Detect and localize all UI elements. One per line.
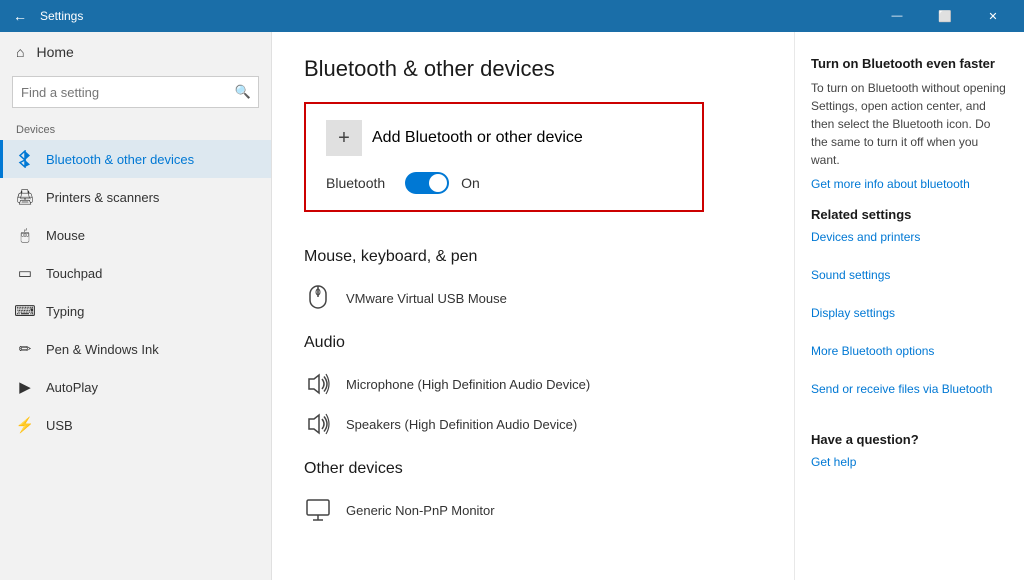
sidebar-item-printers[interactable]: 🖨 Printers & scanners: [0, 178, 271, 216]
typing-icon: ⌨: [16, 302, 34, 320]
related-links: Devices and printers Sound settings Disp…: [811, 230, 1008, 412]
monitor-icon: [304, 496, 332, 524]
minimize-button[interactable]: —: [874, 0, 920, 32]
right-panel: Turn on Bluetooth even faster To turn on…: [794, 32, 1024, 580]
pen-icon: ✏: [16, 340, 34, 358]
sidebar-item-touchpad[interactable]: ▭ Touchpad: [0, 254, 271, 292]
main-layout: ⌂ Home 🔍 Devices Bluetooth & other devic…: [0, 32, 1024, 580]
speaker-icon-2: [304, 410, 332, 438]
device-item-monitor: Generic Non-PnP Monitor: [304, 490, 762, 530]
sidebar-item-typing[interactable]: ⌨ Typing: [0, 292, 271, 330]
search-icon: 🔍: [235, 84, 251, 100]
bluetooth-toggle[interactable]: [405, 172, 449, 194]
close-button[interactable]: ✕: [970, 0, 1016, 32]
device-item-mouse: VMware Virtual USB Mouse: [304, 278, 762, 318]
plus-icon: +: [326, 120, 362, 156]
bluetooth-label: Bluetooth: [326, 175, 385, 191]
link-send-receive-bluetooth[interactable]: Send or receive files via Bluetooth: [811, 382, 1008, 396]
home-icon: ⌂: [16, 44, 24, 60]
sidebar-home[interactable]: ⌂ Home: [0, 32, 271, 72]
section-title-audio: Audio: [304, 334, 762, 352]
sidebar: ⌂ Home 🔍 Devices Bluetooth & other devic…: [0, 32, 272, 580]
toggle-state-label: On: [461, 175, 480, 191]
sidebar-item-bluetooth[interactable]: Bluetooth & other devices: [0, 140, 271, 178]
tip-title: Turn on Bluetooth even faster: [811, 56, 1008, 71]
search-input[interactable]: [12, 76, 259, 108]
sidebar-item-autoplay[interactable]: ▶ AutoPlay: [0, 368, 271, 406]
sidebar-home-label: Home: [36, 44, 73, 60]
add-device-box: + Add Bluetooth or other device Bluetoot…: [304, 102, 704, 212]
add-device-label: Add Bluetooth or other device: [372, 129, 583, 147]
add-device-button[interactable]: + Add Bluetooth or other device: [326, 120, 682, 156]
printer-icon: 🖨: [16, 188, 34, 206]
link-display-settings[interactable]: Display settings: [811, 306, 1008, 320]
tip-link[interactable]: Get more info about bluetooth: [811, 177, 1008, 191]
sidebar-item-mouse[interactable]: 🖱 Mouse: [0, 216, 271, 254]
related-settings-title: Related settings: [811, 207, 1008, 222]
device-item-speakers: Speakers (High Definition Audio Device): [304, 404, 762, 444]
section-title-other: Other devices: [304, 460, 762, 478]
page-title: Bluetooth & other devices: [304, 56, 762, 82]
sidebar-item-label-autoplay: AutoPlay: [46, 380, 98, 395]
sidebar-item-label-mouse: Mouse: [46, 228, 85, 243]
usb-icon: ⚡: [16, 416, 34, 434]
sidebar-item-usb[interactable]: ⚡ USB: [0, 406, 271, 444]
link-more-bluetooth[interactable]: More Bluetooth options: [811, 344, 1008, 358]
have-question-title: Have a question?: [811, 432, 1008, 447]
sidebar-item-label-typing: Typing: [46, 304, 84, 319]
sidebar-section-label: Devices: [0, 120, 271, 140]
device-name-mouse: VMware Virtual USB Mouse: [346, 291, 507, 306]
autoplay-icon: ▶: [16, 378, 34, 396]
sidebar-item-label-bluetooth: Bluetooth & other devices: [46, 152, 194, 167]
sidebar-item-pen[interactable]: ✏ Pen & Windows Ink: [0, 330, 271, 368]
titlebar: ← Settings — ⬜ ✕: [0, 0, 1024, 32]
tip-description: To turn on Bluetooth without opening Set…: [811, 79, 1008, 169]
link-sound-settings[interactable]: Sound settings: [811, 268, 1008, 282]
mouse-icon: 🖱: [16, 226, 34, 244]
device-name-monitor: Generic Non-PnP Monitor: [346, 503, 495, 518]
sidebar-item-label-pen: Pen & Windows Ink: [46, 342, 159, 357]
bluetooth-icon: [16, 150, 34, 168]
sidebar-search-container: 🔍: [12, 76, 259, 108]
link-devices-printers[interactable]: Devices and printers: [811, 230, 1008, 244]
device-name-microphone: Microphone (High Definition Audio Device…: [346, 377, 590, 392]
touchpad-icon: ▭: [16, 264, 34, 282]
speaker-icon-1: [304, 370, 332, 398]
content-area: Bluetooth & other devices + Add Bluetoot…: [272, 32, 794, 580]
section-title-mouse: Mouse, keyboard, & pen: [304, 248, 762, 266]
mouse-device-icon: [304, 284, 332, 312]
titlebar-title: Settings: [40, 9, 874, 23]
device-item-microphone: Microphone (High Definition Audio Device…: [304, 364, 762, 404]
restore-button[interactable]: ⬜: [922, 0, 968, 32]
sidebar-item-label-touchpad: Touchpad: [46, 266, 102, 281]
window-controls: — ⬜ ✕: [874, 0, 1016, 32]
back-button[interactable]: ←: [8, 4, 32, 28]
sidebar-item-label-printers: Printers & scanners: [46, 190, 159, 205]
device-name-speakers: Speakers (High Definition Audio Device): [346, 417, 577, 432]
get-help-link[interactable]: Get help: [811, 455, 1008, 469]
bluetooth-toggle-row: Bluetooth On: [326, 172, 682, 194]
sidebar-item-label-usb: USB: [46, 418, 73, 433]
